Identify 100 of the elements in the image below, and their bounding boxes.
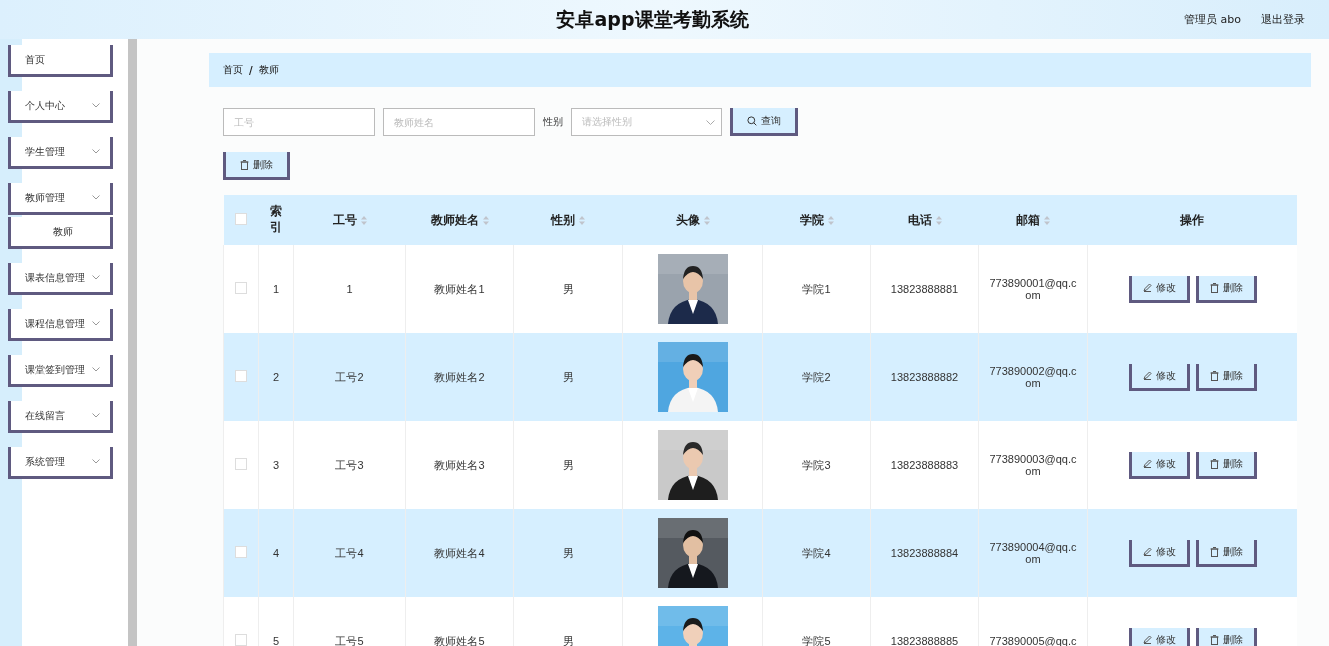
chevron-icon bbox=[92, 103, 100, 108]
row-checkbox[interactable] bbox=[235, 282, 247, 294]
app-title: 安卓app课堂考勤系统 bbox=[556, 6, 749, 32]
delete-button[interactable]: 删除 bbox=[223, 152, 290, 180]
table-cell: 教师姓名4 bbox=[434, 546, 485, 559]
sidebar-item[interactable]: 首页 bbox=[8, 45, 113, 77]
gender-label: 性别 bbox=[543, 115, 563, 129]
sidebar-item[interactable]: 在线留言 bbox=[8, 401, 113, 433]
table-cell: 工号2 bbox=[335, 370, 364, 383]
sidebar-item[interactable]: 课表信息管理 bbox=[8, 263, 113, 295]
pencil-icon bbox=[1142, 547, 1152, 556]
search-field[interactable]: 教师姓名 bbox=[383, 108, 535, 136]
chevron-icon bbox=[92, 149, 100, 154]
sort-icon[interactable] bbox=[703, 215, 710, 225]
table-cell: 教师姓名2 bbox=[434, 370, 485, 383]
row-checkbox[interactable] bbox=[235, 370, 247, 382]
table-cell: 教师姓名3 bbox=[434, 458, 485, 471]
search-field[interactable]: 工号 bbox=[223, 108, 375, 136]
table-cell: 2 bbox=[272, 371, 280, 383]
table-cell: 工号5 bbox=[335, 634, 364, 646]
column-title: 头像 bbox=[675, 212, 700, 227]
pencil-icon bbox=[1142, 635, 1152, 644]
table-cell: 13823888883 bbox=[890, 459, 959, 471]
delete-button[interactable]: 删除 bbox=[1195, 275, 1257, 303]
trash-icon bbox=[240, 159, 249, 170]
sort-icon[interactable] bbox=[579, 215, 585, 225]
trash-icon bbox=[1209, 458, 1219, 469]
table-cell: 13823888884 bbox=[890, 547, 959, 559]
chevron-icon bbox=[92, 321, 100, 326]
column-title: 电话 bbox=[907, 212, 932, 227]
sidebar-item[interactable]: 系统管理 bbox=[8, 447, 113, 479]
sidebar-item[interactable]: 课堂签到管理 bbox=[8, 355, 113, 387]
sidebar-subitem[interactable]: 教师 bbox=[8, 217, 113, 249]
table-cell: 工号3 bbox=[335, 458, 364, 471]
table-cell: 教师姓名5 bbox=[434, 634, 485, 646]
sidebar-item[interactable]: 课程信息管理 bbox=[8, 309, 113, 341]
table-cell: 4 bbox=[272, 547, 280, 559]
edit-button[interactable]: 修改 bbox=[1128, 539, 1190, 567]
breadcrumb-link[interactable]: 教师 bbox=[258, 63, 279, 77]
sort-icon[interactable] bbox=[360, 215, 367, 225]
delete-button[interactable]: 删除 bbox=[1195, 539, 1257, 567]
edit-button[interactable]: 修改 bbox=[1128, 363, 1190, 391]
logout-link[interactable]: 退出登录 bbox=[1261, 12, 1305, 27]
table-cell: 1 bbox=[272, 283, 280, 295]
chevron-icon bbox=[92, 275, 100, 280]
table-cell: 13823888885 bbox=[890, 635, 959, 646]
sort-icon[interactable] bbox=[935, 215, 942, 225]
row-checkbox[interactable] bbox=[235, 546, 247, 558]
table-cell: 男 bbox=[562, 634, 574, 646]
search-button[interactable]: 查询 bbox=[730, 108, 798, 136]
sidebar-item[interactable]: 教师管理 bbox=[8, 183, 113, 215]
sidebar-item[interactable]: 学生管理 bbox=[8, 137, 113, 169]
edit-button[interactable]: 修改 bbox=[1128, 451, 1190, 479]
pencil-icon bbox=[1142, 371, 1152, 380]
column-title: 操作 bbox=[1180, 212, 1205, 227]
delete-button[interactable]: 删除 bbox=[1195, 627, 1257, 646]
breadcrumb-separator: / bbox=[249, 64, 253, 76]
table-cell: 男 bbox=[562, 282, 574, 295]
row-checkbox[interactable] bbox=[235, 458, 247, 470]
user-name: 管理员 abo bbox=[1184, 12, 1241, 27]
column-title: 学院 bbox=[799, 212, 824, 227]
column-title: 性别 bbox=[551, 212, 575, 227]
search-icon bbox=[747, 115, 757, 126]
table-cell: 773890001@qq.com bbox=[989, 277, 1077, 301]
table-cell: 学院5 bbox=[802, 634, 831, 646]
sort-icon[interactable] bbox=[827, 215, 834, 225]
pencil-icon bbox=[1142, 459, 1152, 468]
sort-icon[interactable] bbox=[1044, 215, 1050, 225]
table-cell: 工号4 bbox=[335, 546, 364, 559]
sort-icon[interactable] bbox=[482, 215, 489, 225]
chevron-icon bbox=[92, 367, 100, 372]
table-cell: 13823888882 bbox=[890, 371, 959, 383]
edit-button[interactable]: 修改 bbox=[1128, 627, 1190, 646]
table-cell: 5 bbox=[272, 635, 280, 646]
delete-button[interactable]: 删除 bbox=[1195, 363, 1257, 391]
chevron-icon bbox=[706, 119, 715, 125]
column-title: 索引 bbox=[270, 204, 282, 236]
scrollbar[interactable] bbox=[128, 39, 137, 646]
trash-icon bbox=[1209, 282, 1219, 293]
table-cell: 学院4 bbox=[802, 546, 831, 559]
table-cell: 男 bbox=[562, 370, 574, 383]
delete-button[interactable]: 删除 bbox=[1195, 451, 1257, 479]
table-cell: 773890002@qq.com bbox=[989, 365, 1077, 389]
table-cell: 教师姓名1 bbox=[434, 282, 485, 295]
chevron-icon bbox=[92, 413, 100, 418]
table-cell: 学院1 bbox=[802, 282, 831, 295]
chevron-icon bbox=[92, 195, 100, 200]
table-cell: 学院2 bbox=[802, 370, 831, 383]
row-checkbox[interactable] bbox=[235, 634, 247, 646]
column-title: 教师姓名 bbox=[430, 212, 479, 227]
trash-icon bbox=[1209, 370, 1219, 381]
select-all-checkbox[interactable] bbox=[235, 212, 247, 225]
breadcrumb-link[interactable]: 首页 bbox=[223, 63, 243, 77]
table-cell: 1 bbox=[346, 283, 353, 295]
table-cell: 773890004@qq.com bbox=[989, 541, 1077, 565]
sidebar-item[interactable]: 个人中心 bbox=[8, 91, 113, 123]
trash-icon bbox=[1209, 546, 1219, 557]
table-cell: 3 bbox=[272, 459, 280, 471]
table-cell: 男 bbox=[562, 458, 574, 471]
edit-button[interactable]: 修改 bbox=[1128, 275, 1190, 303]
